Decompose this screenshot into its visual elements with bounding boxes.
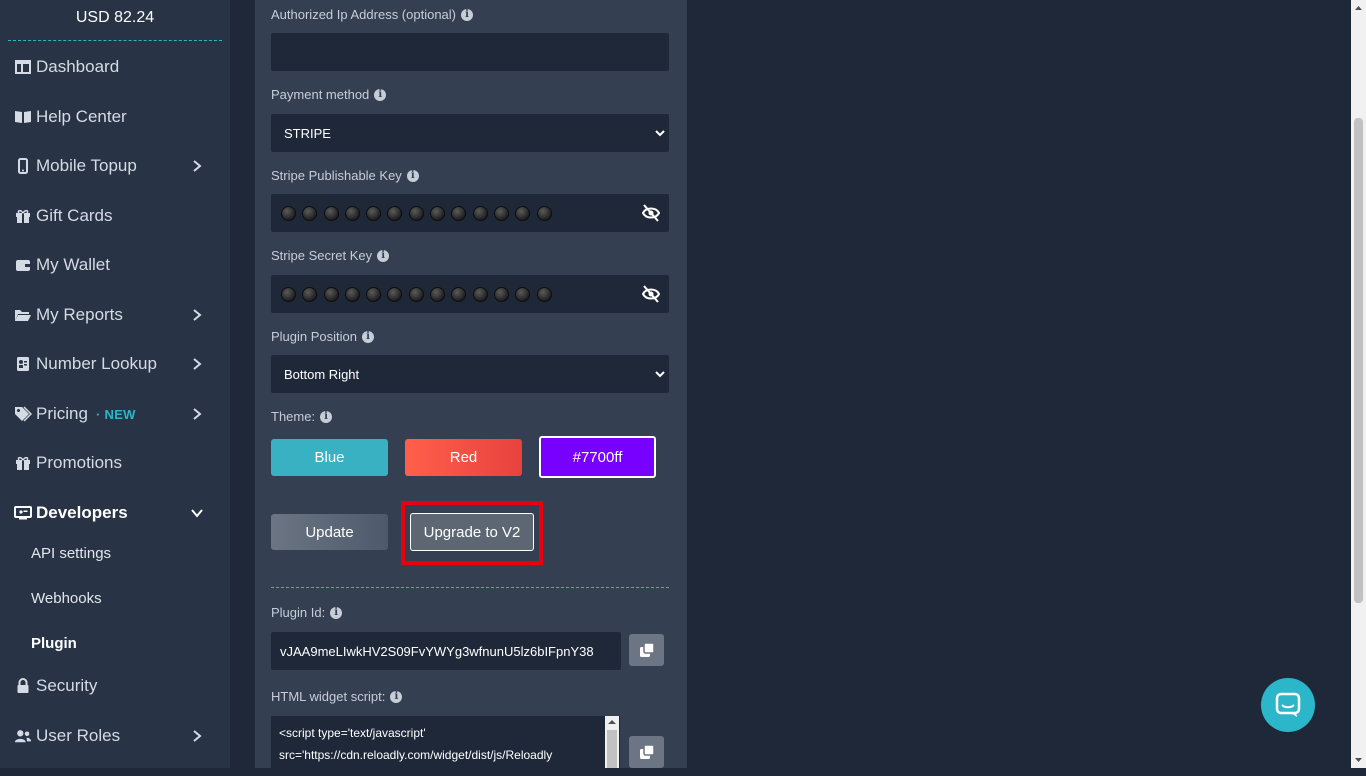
sidebar-item-label: My Wallet bbox=[36, 255, 110, 274]
table-icon bbox=[14, 58, 32, 76]
id-card-icon bbox=[14, 355, 32, 373]
chat-icon bbox=[1275, 692, 1301, 717]
gift-icon bbox=[14, 207, 32, 225]
sidebar-item-label: Help Center bbox=[36, 107, 127, 126]
sidebar-item-my-wallet[interactable]: My Wallet bbox=[14, 250, 214, 280]
info-icon[interactable]: i bbox=[330, 606, 343, 619]
chevron-right-icon bbox=[193, 160, 202, 172]
script-line: src='https://cdn.reloadly.com/widget/dis… bbox=[279, 748, 553, 762]
script-line: <script type='text/javascript' bbox=[279, 726, 426, 740]
folder-open-icon bbox=[14, 306, 32, 324]
info-icon[interactable]: i bbox=[390, 690, 403, 703]
developer-monitor-icon bbox=[14, 504, 32, 522]
sidebar-item-mobile-topup[interactable]: Mobile Topup bbox=[14, 151, 214, 181]
sidebar-item-help-center[interactable]: Help Center bbox=[14, 102, 214, 132]
plugin-position-select[interactable]: Bottom Right bbox=[271, 355, 669, 393]
stripe-secret-key-label: Stripe Secret Key i bbox=[271, 248, 390, 263]
eye-slash-icon[interactable] bbox=[641, 204, 661, 222]
plugin-settings-panel: Authorized Ip Address (optional) i Paymen… bbox=[255, 0, 687, 776]
page-scrollbar-thumb[interactable] bbox=[1354, 118, 1363, 603]
lock-icon bbox=[14, 677, 32, 695]
chevron-down-icon bbox=[191, 509, 203, 518]
chat-launcher-button[interactable] bbox=[1261, 678, 1315, 732]
chevron-right-icon bbox=[193, 408, 202, 420]
info-icon[interactable]: i bbox=[406, 169, 419, 182]
sidebar-item-label: Dashboard bbox=[36, 57, 120, 76]
gift-icon bbox=[14, 454, 32, 472]
sidebar-item-label: Mobile Topup bbox=[36, 156, 137, 175]
sidebar-item-pricing[interactable]: Pricing · NEW bbox=[14, 399, 214, 429]
scroll-up-arrow-icon[interactable] bbox=[605, 716, 619, 728]
scroll-down-arrow-icon[interactable] bbox=[1351, 754, 1366, 766]
new-badge: · NEW bbox=[95, 406, 136, 422]
info-icon[interactable]: i bbox=[377, 249, 390, 262]
sidebar-item-user-roles[interactable]: User Roles bbox=[14, 721, 214, 751]
copy-script-button[interactable] bbox=[629, 736, 664, 768]
sidebar-item-my-reports[interactable]: My Reports bbox=[14, 300, 214, 330]
section-divider bbox=[271, 587, 669, 588]
upgrade-to-v2-button[interactable]: Upgrade to V2 bbox=[410, 513, 534, 551]
sidebar-item-security[interactable]: Security bbox=[14, 671, 214, 701]
sidebar-item-promotions[interactable]: Promotions bbox=[14, 448, 214, 478]
payment-method-label: Payment method i bbox=[271, 87, 387, 102]
theme-red-button[interactable]: Red bbox=[405, 439, 522, 476]
users-icon bbox=[14, 727, 32, 745]
sidebar: USD 82.24 Dashboard Help Center Mobile T… bbox=[0, 0, 230, 768]
sidebar-item-label: User Roles bbox=[36, 726, 121, 745]
chevron-right-icon bbox=[193, 358, 202, 370]
sidebar-item-label: My Reports bbox=[36, 305, 123, 324]
mobile-phone-icon bbox=[14, 157, 32, 175]
info-icon[interactable]: i bbox=[374, 88, 387, 101]
chevron-down-icon bbox=[655, 130, 665, 137]
theme-blue-button[interactable]: Blue bbox=[271, 439, 388, 476]
plugin-id-label: Plugin Id: i bbox=[271, 605, 343, 620]
sidebar-item-label: Developers bbox=[36, 503, 128, 522]
sidebar-subitem-api-settings[interactable]: API settings bbox=[31, 545, 111, 562]
stripe-publishable-key-input[interactable] bbox=[271, 194, 669, 232]
wallet-icon bbox=[14, 256, 32, 274]
copy-icon bbox=[639, 744, 655, 759]
plugin-id-field[interactable]: vJAA9meLIwkHV2S09FvYWYg3wfnunU5lz6bIFpnY… bbox=[271, 632, 621, 670]
html-widget-script-label: HTML widget script: i bbox=[271, 689, 403, 704]
sidebar-item-label: Security bbox=[36, 676, 98, 695]
copy-icon bbox=[639, 642, 655, 657]
authorized-ip-input[interactable] bbox=[271, 33, 669, 71]
book-open-icon bbox=[14, 108, 32, 126]
sidebar-subitem-plugin[interactable]: Plugin bbox=[31, 635, 77, 652]
sidebar-item-developers[interactable]: Developers bbox=[14, 498, 214, 528]
wallet-balance: USD 82.24 bbox=[8, 0, 222, 41]
theme-custom-color-button[interactable]: #7700ff bbox=[539, 436, 656, 478]
chevron-right-icon bbox=[193, 309, 202, 321]
scroll-up-arrow-icon[interactable] bbox=[1351, 2, 1366, 14]
eye-slash-icon[interactable] bbox=[641, 285, 661, 303]
textarea-scrollbar[interactable] bbox=[605, 716, 619, 768]
stripe-publishable-key-label: Stripe Publishable Key i bbox=[271, 168, 419, 183]
chevron-right-icon bbox=[193, 730, 202, 742]
sidebar-subitem-webhooks[interactable]: Webhooks bbox=[31, 590, 102, 607]
masked-value bbox=[271, 194, 669, 232]
info-icon[interactable]: i bbox=[362, 330, 374, 343]
payment-method-select[interactable]: STRIPE bbox=[271, 114, 669, 152]
sidebar-item-number-lookup[interactable]: Number Lookup bbox=[14, 349, 214, 379]
sidebar-item-label: Gift Cards bbox=[36, 206, 113, 225]
sidebar-item-label: Promotions bbox=[36, 453, 122, 472]
theme-label: Theme: i bbox=[271, 409, 333, 424]
info-icon[interactable]: i bbox=[461, 8, 473, 21]
page-scrollbar[interactable] bbox=[1351, 0, 1366, 768]
copy-plugin-id-button[interactable] bbox=[629, 634, 664, 666]
update-button[interactable]: Update bbox=[271, 514, 388, 550]
sidebar-item-dashboard[interactable]: Dashboard bbox=[14, 52, 214, 82]
authorized-ip-label: Authorized Ip Address (optional) i bbox=[271, 7, 473, 22]
tags-icon bbox=[14, 405, 32, 423]
chevron-down-icon bbox=[655, 371, 665, 378]
html-widget-script-textarea[interactable]: <script type='text/javascript' src='http… bbox=[271, 716, 620, 776]
sidebar-item-label: Pricing bbox=[36, 404, 88, 423]
stripe-secret-key-input[interactable] bbox=[271, 275, 669, 313]
info-icon[interactable]: i bbox=[320, 410, 333, 423]
sidebar-item-gift-cards[interactable]: Gift Cards bbox=[14, 201, 214, 231]
masked-value bbox=[271, 275, 669, 313]
sidebar-item-label: Number Lookup bbox=[36, 354, 157, 373]
plugin-position-label: Plugin Position i bbox=[271, 329, 374, 344]
